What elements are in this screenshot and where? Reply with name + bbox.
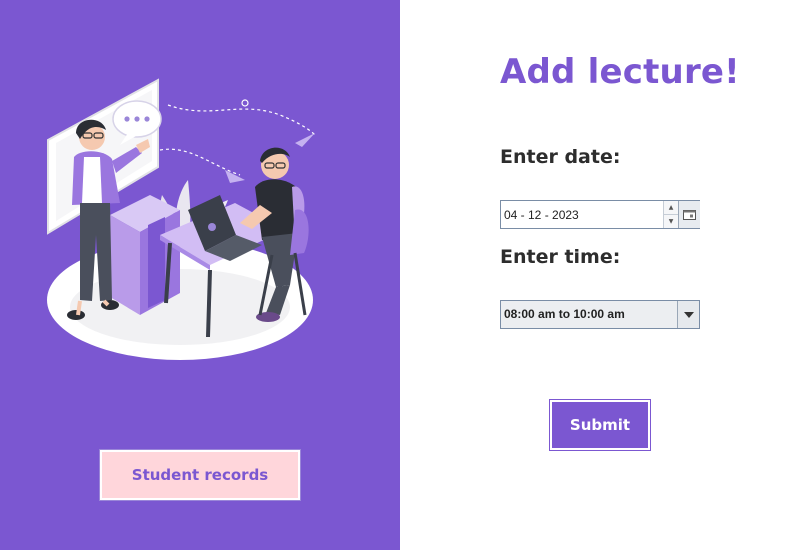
submit-button[interactable]: Submit [549,399,651,451]
spin-down-icon[interactable]: ▼ [664,215,678,228]
dropdown-arrow-button[interactable] [677,301,699,328]
add-lecture-form: Add lecture! Enter date: ▲ ▼ Enter time:… [400,0,800,550]
left-panel: Student records [0,0,400,550]
chevron-down-icon [683,311,694,318]
calendar-button[interactable] [678,201,700,228]
calendar-icon [683,210,696,220]
student-records-button[interactable]: Student records [99,449,301,501]
time-selected-value: 08:00 am to 10:00 am [504,307,625,321]
date-spinner: ▲ ▼ [663,201,678,228]
page-title: Add lecture! [500,52,740,92]
date-input[interactable] [501,201,666,228]
time-dropdown[interactable]: 08:00 am to 10:00 am [500,300,700,329]
date-picker: ▲ ▼ [500,200,700,229]
time-label: Enter time: [500,246,621,268]
date-label: Enter date: [500,146,621,168]
spin-up-icon[interactable]: ▲ [664,201,678,215]
classroom-illustration [47,78,316,360]
